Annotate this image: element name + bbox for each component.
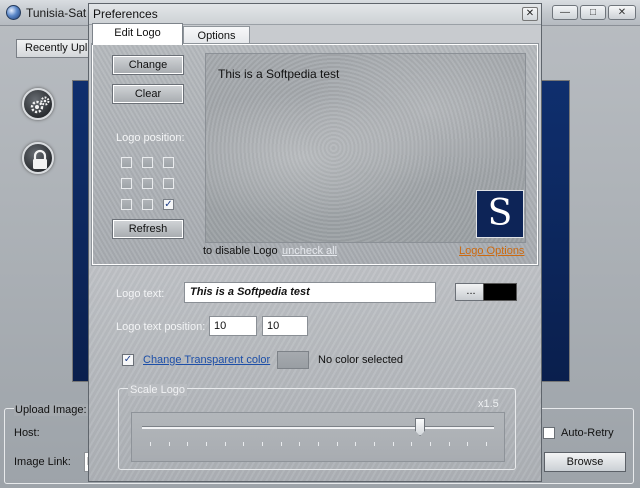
- preferences-close-button[interactable]: ✕: [522, 7, 538, 21]
- slider-tick: [168, 442, 170, 446]
- scale-slider-thumb[interactable]: [415, 418, 426, 436]
- softpedia-logo-letter: S: [487, 193, 513, 234]
- no-color-selected-label: No color selected: [318, 354, 403, 366]
- scale-value-label: x1.5: [478, 398, 499, 410]
- preferences-title-bar[interactable]: Preferences ✕: [89, 4, 541, 25]
- minimize-button[interactable]: —: [552, 5, 578, 20]
- logo-position-checkbox-1-3[interactable]: [163, 157, 174, 168]
- slider-tick: [318, 442, 319, 446]
- logo-text-input[interactable]: This is a Softpedia test: [184, 282, 436, 303]
- image-link-label: Image Link:: [14, 456, 71, 468]
- preferences-title: Preferences: [93, 7, 158, 21]
- slider-tick: [467, 442, 469, 446]
- close-button[interactable]: ✕: [608, 5, 636, 20]
- transparent-color-checkbox[interactable]: ✓: [122, 354, 134, 366]
- main-window-title: Tunisia-Sat: [26, 6, 87, 20]
- slider-tick: [411, 442, 413, 446]
- preferences-dialog: Preferences ✕ Options Edit Logo Change C…: [88, 3, 542, 482]
- slider-tick: [392, 442, 394, 446]
- uncheck-all-link[interactable]: uncheck all: [282, 245, 337, 257]
- logo-options-link[interactable]: Logo Options: [459, 245, 524, 257]
- slider-tick: [355, 442, 357, 446]
- logo-text-position-y-input[interactable]: 10: [262, 316, 308, 336]
- change-transparent-color-link[interactable]: Change Transparent color: [143, 354, 270, 366]
- slider-tick: [430, 442, 431, 446]
- tab-recently-uploaded[interactable]: Recently Upl: [16, 39, 94, 58]
- slider-tick: [150, 442, 151, 446]
- change-logo-button[interactable]: Change: [112, 55, 184, 75]
- logo-position-checkbox-2-3[interactable]: [163, 178, 174, 189]
- auto-retry-label: Auto-Retry: [561, 427, 614, 439]
- slider-tick: [243, 442, 245, 446]
- browse-button[interactable]: Browse: [544, 452, 626, 472]
- maximize-button[interactable]: □: [580, 5, 606, 20]
- slider-tick: [280, 442, 282, 446]
- logo-position-checkbox-2-2[interactable]: [142, 178, 153, 189]
- slider-tick: [299, 442, 301, 446]
- logo-position-checkbox-1-2[interactable]: [142, 157, 153, 168]
- transparent-color-swatch[interactable]: [277, 351, 309, 369]
- softpedia-logo: S: [476, 190, 524, 238]
- slider-tick: [374, 442, 375, 446]
- slider-tick: [448, 442, 450, 446]
- image-preview-panel-edge-right: [540, 80, 570, 382]
- text-color-swatch[interactable]: [483, 283, 517, 301]
- refresh-button[interactable]: Refresh: [112, 219, 184, 239]
- slider-tick: [486, 442, 487, 446]
- host-label: Host:: [14, 427, 40, 439]
- logo-position-checkbox-2-1[interactable]: [121, 178, 132, 189]
- slider-tick: [206, 442, 207, 446]
- preview-logo-text: This is a Softpedia test: [218, 67, 340, 81]
- logo-position-checkbox-3-2[interactable]: [142, 199, 153, 210]
- slider-tick: [224, 442, 226, 446]
- logo-position-checkbox-3-1[interactable]: [121, 199, 132, 210]
- logo-text-position-label: Logo text position:: [116, 321, 206, 333]
- auto-retry-checkbox[interactable]: [543, 427, 555, 439]
- clear-logo-button[interactable]: Clear: [112, 84, 184, 104]
- gear-icon[interactable]: [22, 88, 54, 120]
- scale-slider[interactable]: [131, 412, 505, 462]
- tab-edit-logo[interactable]: Edit Logo: [92, 23, 183, 45]
- logo-position-checkbox-1-1[interactable]: [121, 157, 132, 168]
- slider-tick: [336, 442, 338, 446]
- scale-slider-track[interactable]: [142, 426, 494, 429]
- logo-text-position-x-input[interactable]: 10: [209, 316, 257, 336]
- logo-text-label: Logo text:: [116, 288, 165, 300]
- logo-position-label: Logo position:: [116, 132, 185, 144]
- logo-preview: This is a Softpedia test S: [205, 53, 526, 243]
- slider-tick: [187, 442, 189, 446]
- lock-icon[interactable]: [22, 142, 54, 174]
- disable-logo-label: to disable Logo: [203, 245, 278, 257]
- scale-logo-label: Scale Logo: [128, 384, 188, 396]
- slider-tick: [262, 442, 263, 446]
- app-globe-icon: [6, 5, 21, 20]
- logo-position-checkbox-3-3[interactable]: ✓: [163, 199, 174, 210]
- upload-image-label: Upload Image:: [14, 404, 88, 416]
